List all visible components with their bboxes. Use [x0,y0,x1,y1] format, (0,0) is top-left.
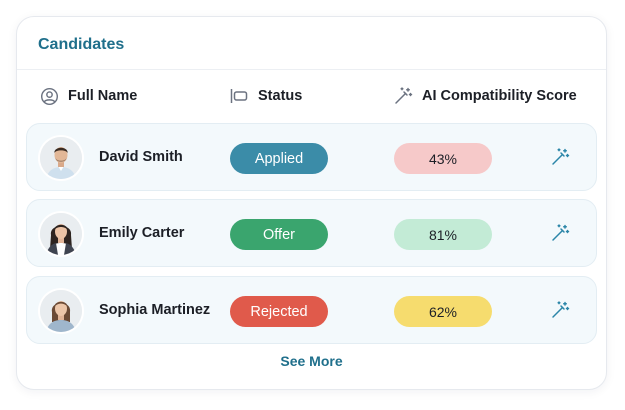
magic-wand-icon[interactable] [549,146,571,168]
column-header-status[interactable]: Status [229,83,302,109]
column-header-full-name[interactable]: Full Name [39,83,137,109]
column-header-score[interactable]: AI Compatibility Score [393,83,577,109]
candidate-row-sophia-martinez[interactable]: Sophia Martinez Rejected 62% [26,276,597,344]
tag-icon [229,86,249,106]
table-header: Full Name Status AI Compatibility Score [17,83,606,109]
title-divider [17,69,606,70]
magic-wand-icon[interactable] [549,299,571,321]
candidate-name: Emily Carter [99,225,185,241]
candidate-name: Sophia Martinez [99,302,211,318]
avatar [40,213,82,255]
panel-title: Candidates [38,36,125,53]
status-badge[interactable]: Applied [230,143,328,174]
score-badge: 81% [394,219,492,250]
user-circle-icon [39,86,59,106]
column-label-score: AI Compatibility Score [422,88,577,104]
score-badge: 62% [394,296,492,327]
status-badge[interactable]: Offer [230,219,328,250]
see-more-link[interactable]: See More [17,353,606,369]
score-badge: 43% [394,143,492,174]
candidate-row-emily-carter[interactable]: Emily Carter Offer 81% [26,199,597,267]
column-label-full-name: Full Name [68,88,138,104]
candidate-name: David Smith [99,149,183,165]
avatar [40,137,82,179]
magic-wand-icon[interactable] [549,222,571,244]
status-badge[interactable]: Rejected [230,296,328,327]
magic-wand-icon [393,86,413,106]
candidates-panel: Candidates Full Name Status AI Compatibi… [16,16,607,390]
candidate-row-david-smith[interactable]: David Smith Applied 43% [26,123,597,191]
avatar [40,290,82,332]
column-label-status: Status [258,88,303,104]
